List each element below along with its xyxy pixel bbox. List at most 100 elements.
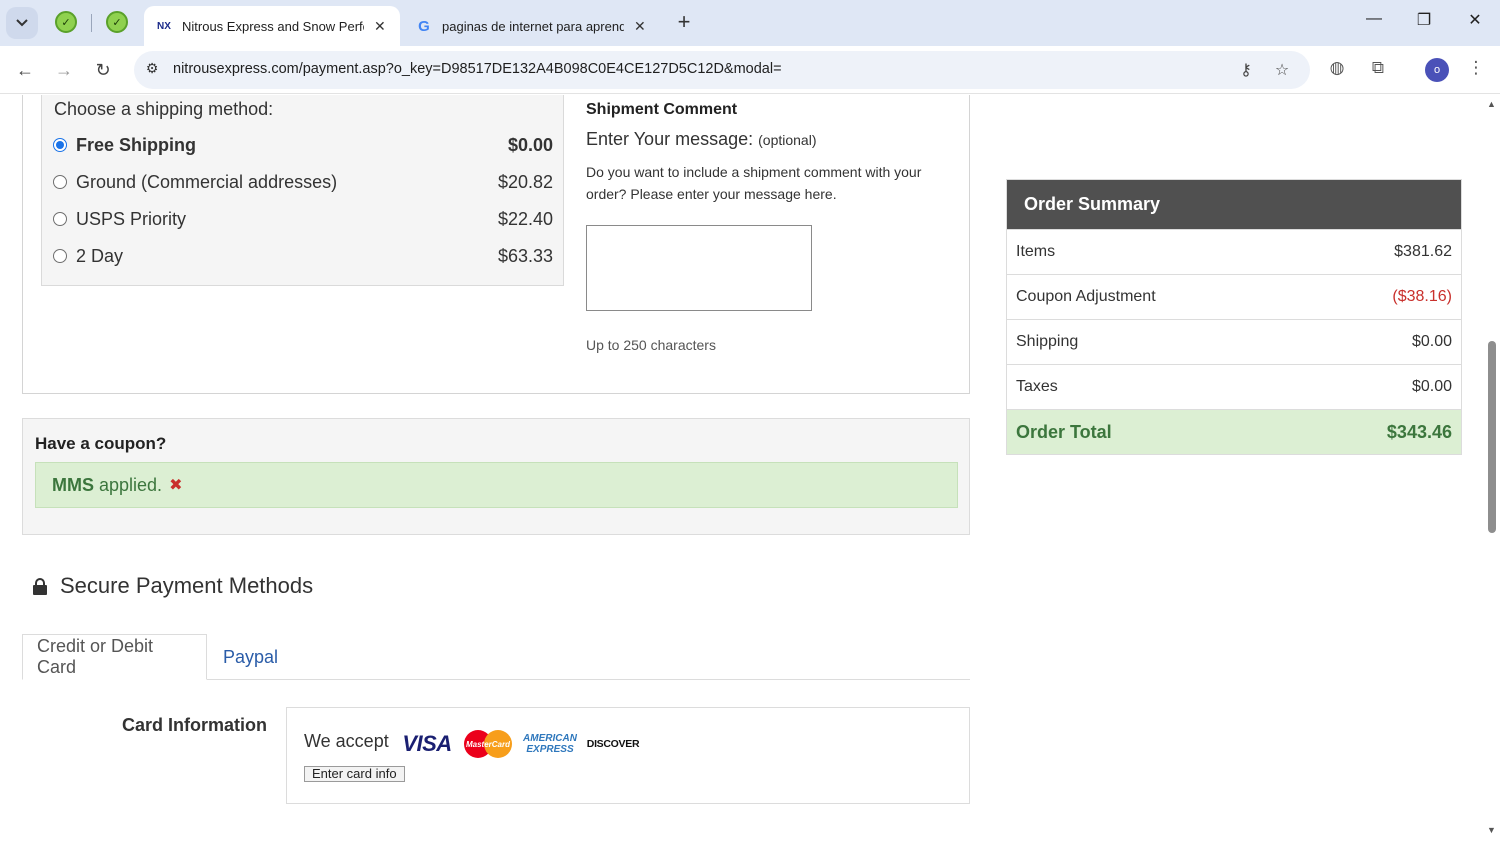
minimize-button[interactable]: — [1362,10,1386,34]
coupon-status: applied. [99,474,163,495]
shipping-option-label: Ground (Commercial addresses) [76,171,338,192]
order-summary-title: Order Summary [1007,180,1461,229]
shipping-option-price: $63.33 [497,245,553,266]
shipping-option-label: Free Shipping [76,134,197,155]
comment-limit-text: Up to 250 characters [586,337,716,353]
summary-row-value: ($38.16) [1392,288,1452,305]
radio-unselected[interactable] [53,249,67,263]
scroll-down-arrow-icon[interactable]: ▼ [1487,825,1496,835]
pinned-tab-1[interactable]: ✓ [55,11,77,33]
translate-globe-icon[interactable]: ◍ [1326,58,1348,80]
back-button[interactable]: ← [13,58,37,82]
scrollbar-thumb[interactable] [1488,341,1496,533]
shipping-option-label: USPS Priority [76,208,187,229]
tab-title: Nitrous Express and Snow Perfo [182,18,364,34]
tab-nitrous-express[interactable]: NX Nitrous Express and Snow Perfo ✕ [144,6,400,46]
pinned-tab-2[interactable]: ✓ [106,11,128,33]
coupon-applied-alert: MMS applied. ✖ [35,462,958,508]
comment-help-text: Do you want to include a shipment commen… [586,164,922,202]
visa-logo: VISA [402,731,452,756]
scroll-up-arrow-icon[interactable]: ▲ [1487,99,1496,109]
summary-row-label: Items [1016,243,1056,260]
summary-row-value: $381.62 [1394,243,1452,260]
summary-row-shipping: Shipping $0.00 [1007,319,1461,364]
mastercard-logo: MasterCard [464,730,512,758]
shipping-option-price: $0.00 [507,134,553,155]
mastercard-wordmark: MasterCard [465,739,510,749]
summary-row-value: $0.00 [1411,378,1452,395]
url-text[interactable]: nitrousexpress.com/payment.asp?o_key=D98… [173,61,782,77]
shipping-heading: Choose a shipping method: [54,99,274,119]
card-information-label: Card Information [122,715,268,735]
radio-unselected[interactable] [53,212,67,226]
close-icon[interactable]: ✕ [374,18,386,35]
coupon-code: MMS [52,474,94,495]
summary-row-coupon-adjustment: Coupon Adjustment ($38.16) [1007,274,1461,319]
comment-label: Enter Your message: (optional) [586,129,817,150]
shipping-option-price: $22.40 [497,208,553,229]
close-icon[interactable]: ✕ [634,18,646,35]
profile-avatar[interactable]: o [1425,58,1449,82]
browser-tab-bar: ✓ ✓ NX Nitrous Express and Snow Perfo ✕ … [0,0,1500,46]
reload-button[interactable]: ↻ [91,58,115,82]
amex-logo: AMERICAN EXPRESS [520,730,580,758]
comment-textarea[interactable] [586,225,812,311]
summary-row-taxes: Taxes $0.00 [1007,364,1461,409]
tab-search-button[interactable] [6,7,38,39]
tab-credit-debit-card[interactable]: Credit or Debit Card [22,634,207,680]
order-total-value: $343.46 [1386,421,1452,442]
close-window-button[interactable]: ✕ [1463,10,1487,34]
shipping-option-ground[interactable]: Ground (Commercial addresses) $20.82 [53,169,553,195]
shipping-option-2-day[interactable]: 2 Day $63.33 [53,243,553,269]
tab-google-search[interactable]: G paginas de internet para aprend ✕ [404,6,664,46]
comment-optional-text: (optional) [758,132,817,148]
shipping-option-label: 2 Day [76,245,124,266]
shipping-method-box: Choose a shipping method: Free Shipping … [41,95,564,286]
order-summary: Order Summary Items $381.62 Coupon Adjus… [1006,179,1462,455]
amex-line-1: AMERICAN [523,733,577,744]
coupon-panel: Have a coupon? MMS applied. ✖ [22,418,970,535]
order-total-label: Order Total [1016,421,1112,442]
summary-row-items: Items $381.62 [1007,229,1461,274]
summary-row-label: Coupon Adjustment [1016,288,1156,305]
secure-payment-heading: Secure Payment Methods [33,573,313,599]
radio-selected[interactable] [53,138,67,152]
discover-logo: DISCOVER [586,738,640,750]
address-bar[interactable]: ⚙ nitrousexpress.com/payment.asp?o_key=D… [134,51,1310,89]
browser-toolbar: ← → ↻ ⚙ nitrousexpress.com/payment.asp?o… [0,46,1500,94]
comment-title: Shipment Comment [586,101,738,118]
shipping-option-usps-priority[interactable]: USPS Priority $22.40 [53,206,553,232]
google-favicon-icon: G [418,17,430,35]
coupon-title: Have a coupon? [35,434,167,453]
amex-line-2: EXPRESS [526,744,574,755]
site-info-icon[interactable]: ⚙ [142,60,162,80]
bookmark-star-icon[interactable]: ☆ [1272,60,1292,80]
radio-unselected[interactable] [53,175,67,189]
summary-row-value: $0.00 [1411,333,1452,350]
tab-separator [91,14,92,32]
page-viewport: Choose a shipping method: Free Shipping … [0,95,1484,843]
page-scrollbar[interactable]: ▲ ▼ [1484,95,1500,843]
summary-row-label: Shipping [1016,333,1079,350]
new-tab-button[interactable]: + [672,11,696,35]
shipping-comment-panel: Choose a shipping method: Free Shipping … [22,95,970,394]
forward-button[interactable]: → [52,58,76,82]
extensions-puzzle-icon[interactable]: ⧉ [1367,58,1389,80]
summary-row-order-total: Order Total $343.46 [1007,409,1461,454]
tab-paypal[interactable]: Paypal [209,634,292,680]
card-information-box: We accept VISA MasterCard AMERICAN EXPRE… [286,707,970,804]
shipping-option-price: $20.82 [497,171,553,192]
chevron-down-icon [16,19,28,27]
comment-label-text: Enter Your message: [586,129,754,149]
lock-icon [33,577,47,595]
remove-coupon-icon[interactable]: ✖ [169,475,182,495]
nx-favicon-icon: NX [157,20,171,32]
enter-card-info-button[interactable]: Enter card info [304,766,405,782]
restore-button[interactable]: ❐ [1412,10,1436,34]
summary-row-label: Taxes [1016,378,1058,395]
secure-payment-title: Secure Payment Methods [60,573,314,598]
shipping-option-free[interactable]: Free Shipping $0.00 [53,132,553,158]
tab-title: paginas de internet para aprend [442,18,624,34]
menu-kebab-icon[interactable]: ⋮ [1465,58,1487,80]
password-key-icon[interactable]: ⚷ [1236,60,1256,80]
